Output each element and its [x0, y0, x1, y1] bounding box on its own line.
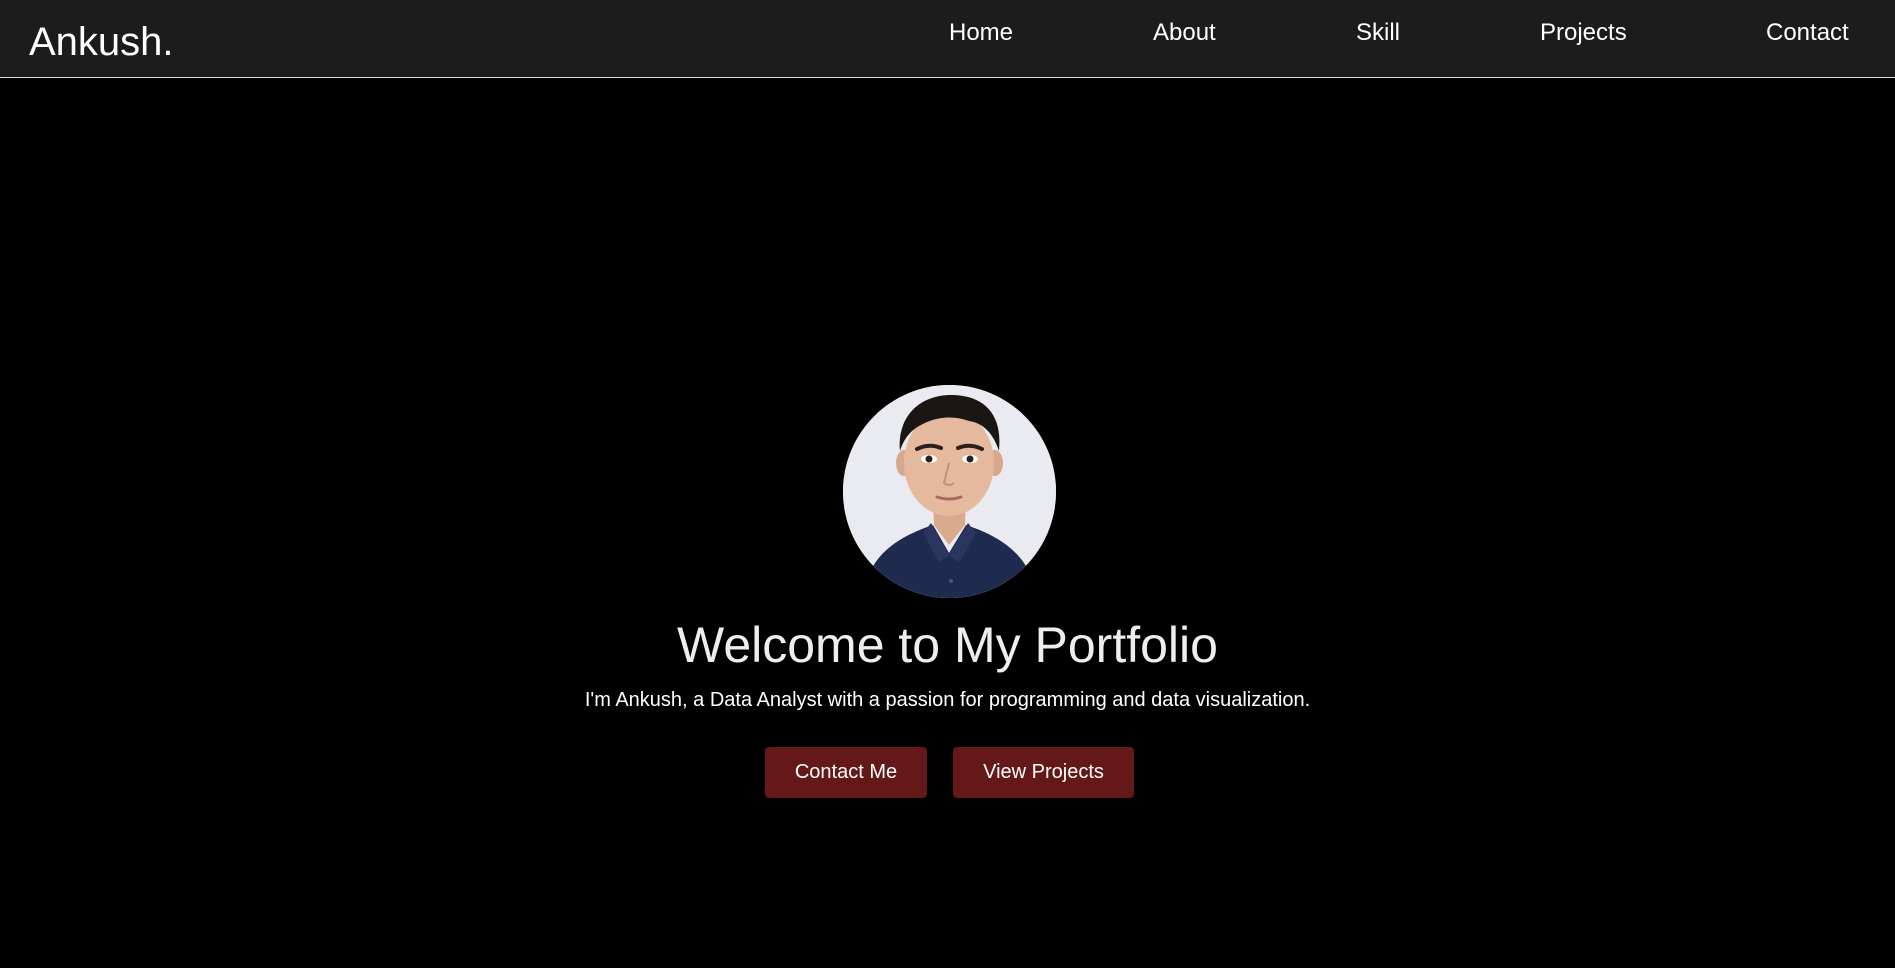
- nav-link-home[interactable]: Home: [949, 19, 1013, 47]
- hero-subtitle: I'm Ankush, a Data Analyst with a passio…: [584, 689, 1311, 711]
- hero-section: Welcome to My Portfolio I'm Ankush, a Da…: [0, 79, 1895, 968]
- nav-link-projects[interactable]: Projects: [1540, 19, 1627, 47]
- hero-title: Welcome to My Portfolio: [677, 617, 1218, 673]
- nav-link-contact[interactable]: Contact: [1766, 19, 1849, 47]
- nav-link-skill[interactable]: Skill: [1356, 19, 1400, 47]
- profile-photo-icon: [843, 385, 1056, 598]
- nav-link-about[interactable]: About: [1153, 19, 1216, 47]
- view-projects-button[interactable]: View Projects: [953, 747, 1134, 798]
- contact-me-button[interactable]: Contact Me: [765, 747, 927, 798]
- brand-logo[interactable]: Ankush.: [29, 19, 174, 65]
- navbar: Ankush. Home About Skill Projects Contac…: [0, 0, 1895, 78]
- profile-photo: [843, 385, 1056, 598]
